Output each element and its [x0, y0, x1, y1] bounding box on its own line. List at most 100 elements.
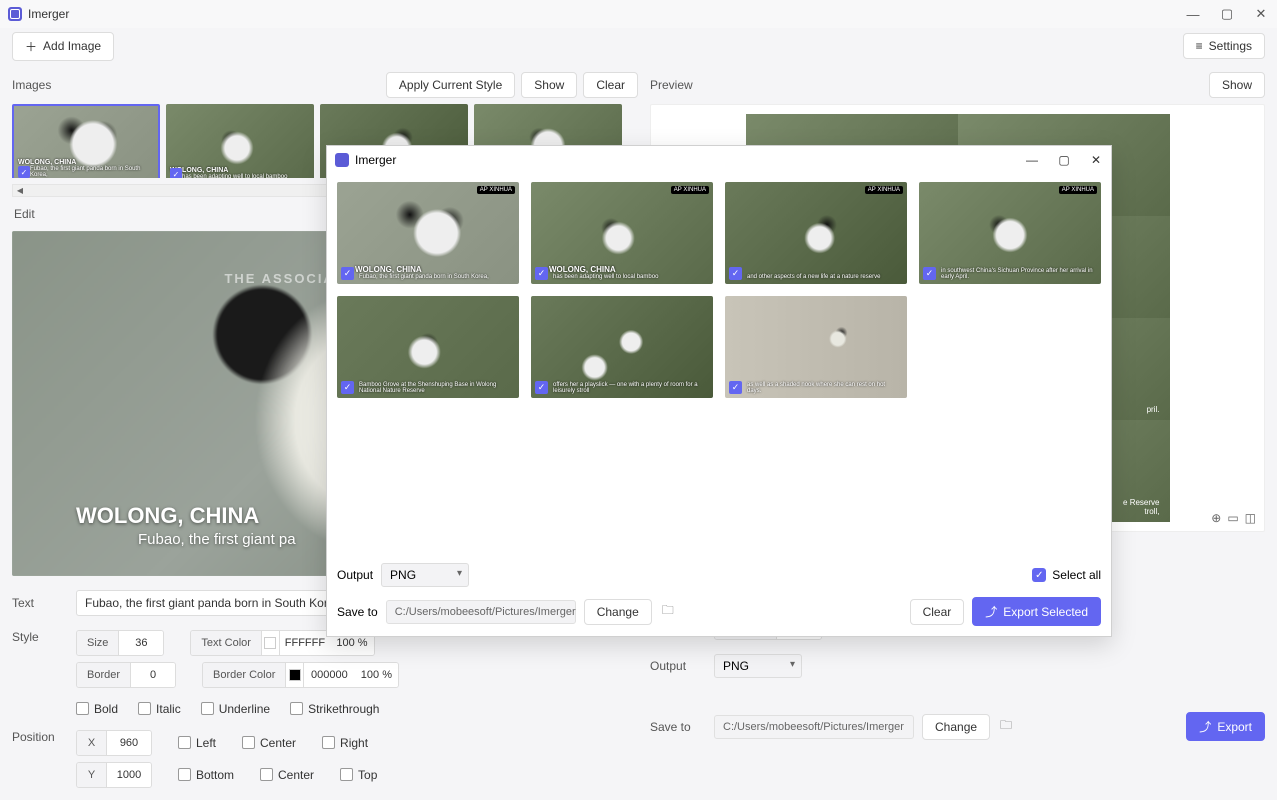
- preview-tools: ⊕ ▭ ◫: [1211, 511, 1256, 525]
- minimize-button[interactable]: —: [1185, 6, 1201, 22]
- modal-body: AP XINHUA ✓ WOLONG, CHINA Fubao, the fir…: [327, 174, 1111, 553]
- modal-output-select[interactable]: PNG: [381, 563, 469, 587]
- fit-icon[interactable]: ▭: [1227, 511, 1238, 525]
- select-all-checkbox[interactable]: ✓: [1032, 568, 1046, 582]
- style-label: Style: [12, 630, 68, 644]
- zoom-icon[interactable]: ⊕: [1211, 511, 1221, 525]
- maximize-button[interactable]: ▢: [1219, 6, 1235, 22]
- main-toolbar: ＋ Add Image ≡ Settings: [0, 28, 1277, 64]
- preview-output-row: Output PNG: [650, 654, 1265, 678]
- settings-button[interactable]: ≡ Settings: [1183, 33, 1265, 59]
- align-right-checkbox[interactable]: Right: [322, 736, 368, 750]
- position-label: Position: [12, 730, 68, 744]
- modal-titlebar: Imerger — ▢ ✕: [327, 146, 1111, 174]
- border-color-swatch: [286, 663, 304, 687]
- select-all-label: Select all: [1052, 568, 1101, 582]
- text-label: Text: [12, 596, 68, 610]
- modal-minimize-button[interactable]: —: [1025, 153, 1039, 167]
- style-row: Style Size 36 Text Color FFFFFF 100 %: [12, 630, 638, 716]
- text-color-swatch: [262, 631, 280, 655]
- position-row: Position X 960 Left Center Right Y 1000: [12, 730, 638, 788]
- export-selected-button[interactable]: ⤴ Export Selected: [972, 597, 1101, 626]
- border-field[interactable]: Border 0: [76, 662, 176, 688]
- export-icon: ⤴: [985, 603, 997, 620]
- output-format-select[interactable]: PNG: [714, 654, 802, 678]
- close-button[interactable]: ✕: [1253, 6, 1269, 22]
- modal-save-path: C:/Users/mobeesoft/Pictures/Imerger: [386, 600, 576, 624]
- thumb-caption-sub: Fubao, the first giant panda born in Sou…: [30, 166, 154, 178]
- check-icon: ✓: [535, 381, 548, 394]
- export-button[interactable]: ⤴ Export: [1186, 712, 1265, 741]
- add-image-label: Add Image: [43, 39, 101, 53]
- italic-checkbox[interactable]: Italic: [138, 702, 181, 716]
- images-panel-header: Images Apply Current Style Show Clear: [12, 72, 638, 98]
- thumbnail-item[interactable]: ✓ WOLONG, CHINA has been adapting well t…: [166, 104, 314, 178]
- add-image-button[interactable]: ＋ Add Image: [12, 32, 114, 61]
- modal-close-button[interactable]: ✕: [1089, 153, 1103, 167]
- check-icon: ✓: [341, 381, 354, 394]
- modal-maximize-button[interactable]: ▢: [1057, 153, 1071, 167]
- preview-saveto-row: Save to C:/Users/mobeesoft/Pictures/Imer…: [650, 712, 1265, 741]
- check-icon: ✓: [535, 267, 548, 280]
- modal-change-button[interactable]: Change: [584, 599, 652, 625]
- clear-images-button[interactable]: Clear: [583, 72, 638, 98]
- align-center-y-checkbox[interactable]: Center: [260, 768, 314, 782]
- show-preview-button[interactable]: Show: [1209, 72, 1265, 98]
- font-style-checks: Bold Italic Underline Strikethrough: [76, 702, 399, 716]
- y-field[interactable]: Y 1000: [76, 762, 152, 788]
- modal-thumb[interactable]: AP XINHUA ✓ WOLONG, CHINA Fubao, the fir…: [337, 182, 519, 284]
- thumb-badge: AP XINHUA: [671, 186, 709, 194]
- settings-icon: ≡: [1196, 39, 1203, 53]
- thumbnail-item[interactable]: ✓ WOLONG, CHINA Fubao, the first giant p…: [12, 104, 160, 178]
- main-titlebar: Imerger — ▢ ✕: [0, 0, 1277, 28]
- modal-thumb[interactable]: AP XINHUA ✓ WOLONG, CHINA has been adapt…: [531, 182, 713, 284]
- check-icon: ✓: [923, 267, 936, 280]
- main-window-controls: — ▢ ✕: [1185, 6, 1269, 22]
- apply-style-button[interactable]: Apply Current Style: [386, 72, 515, 98]
- export-icon: ⤴: [1199, 718, 1211, 735]
- thumb-badge: AP XINHUA: [477, 186, 515, 194]
- align-bottom-checkbox[interactable]: Bottom: [178, 768, 234, 782]
- modal-footer: Output PNG ✓ Select all Save to C:/Users…: [327, 553, 1111, 636]
- modal-thumb[interactable]: ✓ as well as a shaded nook where she can…: [725, 296, 907, 398]
- preview-panel-header: Preview Show: [650, 72, 1265, 98]
- modal-clear-button[interactable]: Clear: [910, 599, 965, 625]
- preview-output-label: Output: [650, 659, 706, 673]
- thumb-caption-bold: WOLONG, CHINA: [18, 159, 154, 166]
- app-title: Imerger: [28, 7, 69, 21]
- export-modal: Imerger — ▢ ✕ AP XINHUA ✓ WOLONG, CHINA …: [326, 145, 1112, 637]
- settings-label: Settings: [1209, 39, 1252, 53]
- folder-icon[interactable]: 🗀: [660, 604, 676, 620]
- show-images-button[interactable]: Show: [521, 72, 577, 98]
- x-field[interactable]: X 960: [76, 730, 152, 756]
- modal-thumb[interactable]: AP XINHUA ✓ in southwest China's Sichuan…: [919, 182, 1101, 284]
- align-left-checkbox[interactable]: Left: [178, 736, 216, 750]
- modal-saveto-label: Save to: [337, 605, 378, 619]
- app-logo-icon: [8, 7, 22, 21]
- images-panel-title: Images: [12, 78, 51, 92]
- scroll-left-icon[interactable]: ◀: [15, 186, 25, 196]
- size-field[interactable]: Size 36: [76, 630, 164, 656]
- modal-output-label: Output: [337, 568, 373, 582]
- thumb-badge: AP XINHUA: [865, 186, 903, 194]
- align-center-x-checkbox[interactable]: Center: [242, 736, 296, 750]
- change-path-button[interactable]: Change: [922, 714, 990, 740]
- border-color-field[interactable]: Border Color 000000 100 %: [202, 662, 399, 688]
- save-path-display: C:/Users/mobeesoft/Pictures/Imerger: [714, 715, 914, 739]
- check-icon: ✓: [18, 166, 30, 178]
- modal-thumb[interactable]: AP XINHUA ✓ and other aspects of a new l…: [725, 182, 907, 284]
- thumb-caption-sub: has been adapting well to local bamboo: [182, 174, 310, 178]
- modal-thumb[interactable]: ✓ Bamboo Grove at the Shenshuping Base i…: [337, 296, 519, 398]
- crop-icon[interactable]: ◫: [1245, 511, 1256, 525]
- modal-title: Imerger: [355, 153, 396, 167]
- thumb-caption-bold: WOLONG, CHINA: [170, 167, 310, 174]
- modal-thumb[interactable]: ✓ offers her a playslick — one with a pl…: [531, 296, 713, 398]
- strikethrough-checkbox[interactable]: Strikethrough: [290, 702, 379, 716]
- align-top-checkbox[interactable]: Top: [340, 768, 377, 782]
- underline-checkbox[interactable]: Underline: [201, 702, 270, 716]
- folder-icon[interactable]: 🗀: [998, 719, 1014, 735]
- check-icon: ✓: [729, 381, 742, 394]
- modal-logo-icon: [335, 153, 349, 167]
- bold-checkbox[interactable]: Bold: [76, 702, 118, 716]
- preview-saveto-label: Save to: [650, 720, 706, 734]
